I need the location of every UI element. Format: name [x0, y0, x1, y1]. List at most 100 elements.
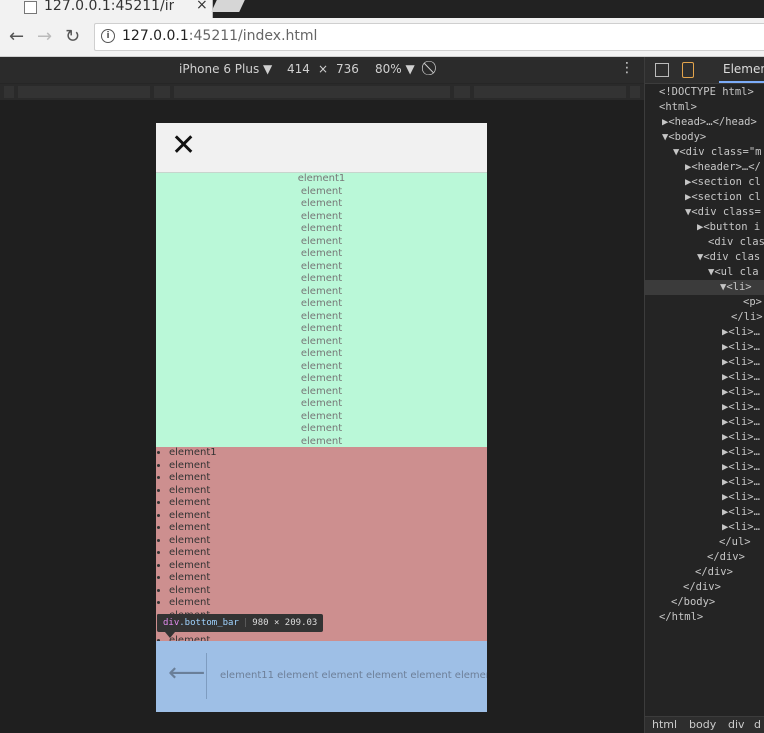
- list-item: element: [169, 597, 487, 610]
- ruler-segment[interactable]: [174, 86, 450, 98]
- list-item: element: [300, 398, 343, 409]
- list-item: element: [300, 285, 343, 297]
- dimension-times-label: ×: [318, 62, 329, 76]
- forward-arrow-icon[interactable]: →: [37, 26, 52, 47]
- dom-node[interactable]: </ul>: [719, 535, 751, 550]
- red-bullet-list: element1 element element element element…: [156, 447, 487, 641]
- device-toolbar: iPhone 6 Plus ▼ 414 × 736 80% ▼ ⃠ ⋮: [0, 57, 644, 83]
- list-item: element: [300, 210, 343, 222]
- dom-node[interactable]: ▼<ul cla: [708, 265, 759, 280]
- dom-node[interactable]: ▶<li>…: [722, 475, 760, 490]
- breadcrumb-item[interactable]: body: [689, 718, 716, 731]
- dom-node[interactable]: ▶<li>…: [722, 400, 760, 415]
- list-item: element: [300, 310, 343, 322]
- dom-node[interactable]: ▶<li>…: [722, 340, 760, 355]
- dom-node[interactable]: ▶<button i: [697, 220, 760, 235]
- breadcrumb-item[interactable]: d: [754, 718, 761, 731]
- device-width-input[interactable]: 414: [287, 62, 310, 76]
- list-item: element: [300, 260, 343, 272]
- list-item: element: [300, 223, 343, 234]
- list-item: element: [169, 497, 487, 510]
- media-query-ruler: [0, 84, 644, 100]
- device-select[interactable]: iPhone 6 Plus ▼: [179, 62, 272, 76]
- breadcrumb-item[interactable]: html: [652, 718, 677, 731]
- breadcrumb: html body div d: [645, 716, 764, 733]
- ruler-segment[interactable]: [474, 86, 626, 98]
- close-icon[interactable]: ✕: [171, 131, 196, 161]
- dom-node-selected[interactable]: ▼<li>: [720, 280, 752, 295]
- dom-node[interactable]: ▶<li>…: [722, 520, 760, 535]
- list-item: element: [169, 460, 487, 473]
- dom-node[interactable]: <!DOCTYPE html>: [659, 85, 754, 100]
- dom-node[interactable]: ▶<li>…: [722, 370, 760, 385]
- new-tab-button[interactable]: [211, 0, 245, 12]
- list-item: element: [300, 273, 343, 284]
- list-item: element: [169, 560, 487, 573]
- tab-close-icon[interactable]: ×: [196, 0, 208, 13]
- tooltip-arrow: [165, 632, 175, 638]
- url-text: 127.0.0.1:45211/index.html: [122, 28, 317, 44]
- list-item: element: [169, 510, 487, 523]
- breadcrumb-item[interactable]: div: [728, 718, 745, 731]
- devtools-toolbar: Elements: [645, 57, 764, 84]
- ruler-segment[interactable]: [454, 86, 470, 98]
- tab-title: 127.0.0.1:45211/ind: [44, 0, 174, 14]
- back-arrow-icon[interactable]: ⟵: [168, 658, 205, 688]
- reload-icon[interactable]: ↻: [65, 26, 80, 47]
- list-item: element: [169, 585, 487, 598]
- dom-node[interactable]: ▼<div clas: [697, 250, 760, 265]
- list-item: element: [300, 373, 343, 384]
- inspect-tooltip: div.bottom_bar | 980 × 209.03: [157, 614, 324, 632]
- info-icon[interactable]: i: [101, 29, 115, 43]
- list-item: element: [169, 485, 487, 498]
- inspect-element-icon[interactable]: [655, 63, 669, 77]
- dom-node[interactable]: </body>: [671, 595, 715, 610]
- dom-node[interactable]: </li>: [731, 310, 763, 325]
- url-path: :45211/index.html: [188, 28, 318, 44]
- list-item: element: [300, 385, 343, 397]
- tab-elements[interactable]: Elements: [723, 62, 764, 76]
- ruler-segment[interactable]: [154, 86, 170, 98]
- dom-node[interactable]: ▶<li>…: [722, 490, 760, 505]
- dom-node[interactable]: </div>: [695, 565, 733, 580]
- navigation-bar: ← → ↻ i 127.0.0.1:45211/index.html: [0, 18, 764, 57]
- dom-node[interactable]: <html>: [659, 100, 697, 115]
- back-arrow-icon[interactable]: ←: [9, 26, 24, 47]
- tooltip-tag: div: [163, 618, 180, 628]
- bottom-bar: ⟵ element11 element element element elem…: [156, 641, 487, 712]
- dom-node[interactable]: ▶<li>…: [722, 505, 760, 520]
- tooltip-class: .bottom_bar: [179, 618, 239, 628]
- dom-node[interactable]: ▶<header>…</: [685, 160, 761, 175]
- dom-node[interactable]: ▶<li>…: [722, 325, 760, 340]
- dom-node[interactable]: ▶<li>…: [722, 445, 760, 460]
- dom-node[interactable]: ▶<li>…: [722, 430, 760, 445]
- list-item: element: [169, 522, 487, 535]
- list-item: element: [169, 547, 487, 560]
- list-item: element: [300, 198, 343, 209]
- dom-node[interactable]: ▶<li>…: [722, 460, 760, 475]
- dom-node[interactable]: ▼<div class=: [685, 205, 761, 220]
- zoom-select[interactable]: 80% ▼: [375, 62, 415, 76]
- dom-node[interactable]: ▶<head>…</head>: [662, 115, 757, 130]
- ruler-segment[interactable]: [630, 86, 640, 98]
- dom-node[interactable]: ▼<body>: [662, 130, 706, 145]
- list-item: element: [300, 360, 343, 372]
- more-options-icon[interactable]: ⋮: [620, 60, 634, 76]
- address-bar[interactable]: i 127.0.0.1:45211/index.html: [94, 23, 764, 51]
- dom-node[interactable]: ▶<li>…: [722, 415, 760, 430]
- dom-node[interactable]: ▶<section cl: [685, 190, 761, 205]
- device-height-input[interactable]: 736: [336, 62, 359, 76]
- dom-node[interactable]: </div>: [683, 580, 721, 595]
- dom-node[interactable]: ▼<div class="m: [673, 145, 762, 160]
- dom-node[interactable]: <div clas: [708, 235, 764, 250]
- dom-node[interactable]: </html>: [659, 610, 703, 625]
- dom-node[interactable]: <p>: [743, 295, 762, 310]
- dom-node[interactable]: ▶<li>…: [722, 385, 760, 400]
- dom-node[interactable]: </div>: [707, 550, 745, 565]
- ruler-segment[interactable]: [18, 86, 150, 98]
- browser-tab[interactable]: 127.0.0.1:45211/ind ×: [0, 0, 213, 18]
- ruler-segment[interactable]: [4, 86, 14, 98]
- dom-node[interactable]: ▶<li>…: [722, 355, 760, 370]
- dom-node[interactable]: ▶<section cl: [685, 175, 761, 190]
- device-toggle-icon[interactable]: [682, 62, 694, 78]
